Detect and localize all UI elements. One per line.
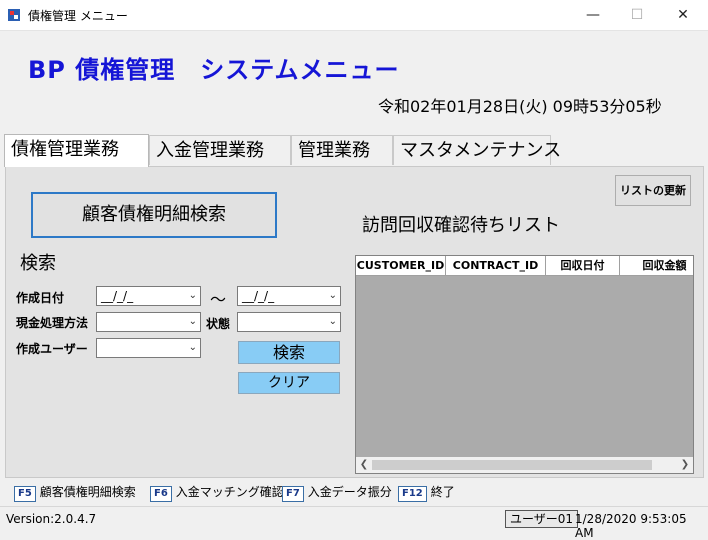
date-from-value: __/_/_: [101, 289, 134, 303]
column-header-collection-amount[interactable]: 回収金額: [620, 256, 693, 276]
user-badge: ユーザー01: [505, 510, 579, 528]
horizontal-scrollbar[interactable]: ❮ ❯: [356, 457, 693, 473]
fkey-f7[interactable]: F7 入金データ振分: [282, 483, 392, 502]
close-button[interactable]: ✕: [660, 0, 706, 30]
range-separator: ～: [210, 290, 227, 309]
tab-management[interactable]: 管理業務: [291, 135, 393, 165]
tab-payments[interactable]: 入金管理業務: [149, 135, 291, 165]
date-to-value: __/_/_: [242, 289, 275, 303]
date-to-select[interactable]: __/_/_ ⌄: [237, 286, 341, 306]
tab-master-maintenance[interactable]: マスタメンテナンス: [393, 135, 561, 165]
status-label: 状態: [206, 317, 231, 331]
fkey-f12-key: F12: [398, 486, 427, 502]
chevron-down-icon: ⌄: [188, 316, 197, 327]
list-title: 訪問回収確認待ちリスト: [362, 215, 560, 236]
fkey-f12-label: 終了: [430, 485, 455, 499]
app-icon: [8, 9, 20, 21]
fkey-f7-key: F7: [282, 486, 304, 502]
chevron-down-icon: ⌄: [328, 290, 337, 301]
scroll-left-icon[interactable]: ❮: [356, 457, 372, 473]
tab-bar: 債権管理業務 入金管理業務 管理業務 マスタメンテナンス: [4, 134, 704, 167]
fkey-f6-key: F6: [150, 486, 172, 502]
date-from-select[interactable]: __/_/_ ⌄: [96, 286, 201, 306]
version-label: Version:2.0.4.7: [6, 512, 97, 526]
fkey-f6[interactable]: F6 入金マッチング確認: [150, 483, 284, 502]
fkey-f6-label: 入金マッチング確認: [175, 485, 284, 499]
minimize-button[interactable]: —: [570, 0, 616, 30]
column-header-customer-id[interactable]: CUSTOMER_ID: [356, 256, 446, 276]
fkey-f7-label: 入金データ振分: [307, 485, 392, 499]
cash-method-select[interactable]: ⌄: [96, 312, 201, 332]
customer-receivables-search-button[interactable]: 顧客債権明細検索: [31, 192, 277, 238]
column-header-collection-date[interactable]: 回収日付: [546, 256, 620, 276]
maximize-button[interactable]: ☐: [614, 0, 660, 30]
refresh-list-button[interactable]: リストの更新: [615, 175, 691, 206]
app-title: BP 債権管理 システムメニュー: [28, 56, 400, 84]
chevron-down-icon: ⌄: [188, 342, 197, 353]
status-select[interactable]: ⌄: [237, 312, 341, 332]
created-user-select[interactable]: ⌄: [96, 338, 201, 358]
status-bar: Version:2.0.4.7 ユーザー01 1/28/2020 9:53:05…: [0, 506, 708, 540]
grid-header: CUSTOMER_ID CONTRACT_ID 回収日付 回収金額: [356, 256, 693, 276]
pending-list-grid[interactable]: CUSTOMER_ID CONTRACT_ID 回収日付 回収金額 ❮ ❯: [355, 255, 694, 474]
title-bar[interactable]: 債権管理 メニュー — ☐ ✕: [0, 0, 708, 31]
search-heading: 検索: [20, 253, 56, 274]
scrollbar-thumb[interactable]: [372, 460, 652, 470]
chevron-down-icon: ⌄: [188, 290, 197, 301]
fkey-f5[interactable]: F5 顧客債権明細検索: [14, 483, 136, 502]
status-timestamp: 1/28/2020 9:53:05 AM: [575, 512, 687, 540]
tab-receivables[interactable]: 債権管理業務: [4, 134, 149, 167]
fkey-f5-label: 顧客債権明細検索: [39, 485, 136, 499]
created-user-label: 作成ユーザー: [16, 342, 88, 356]
scroll-right-icon[interactable]: ❯: [677, 457, 693, 473]
chevron-down-icon: ⌄: [328, 316, 337, 327]
created-date-label: 作成日付: [16, 291, 65, 305]
cash-method-label: 現金処理方法: [16, 316, 89, 330]
fkey-f5-key: F5: [14, 486, 36, 502]
clear-button[interactable]: クリア: [238, 372, 340, 394]
search-button[interactable]: 検索: [238, 341, 340, 364]
window-title: 債権管理 メニュー: [28, 9, 128, 23]
column-header-contract-id[interactable]: CONTRACT_ID: [446, 256, 546, 276]
fkey-f12[interactable]: F12 終了: [398, 483, 455, 502]
function-key-bar: F5 顧客債権明細検索 F6 入金マッチング確認 F7 入金データ振分 F12 終了: [0, 478, 708, 504]
datetime-display: 令和02年01月28日(火) 09時53分05秒: [378, 97, 662, 116]
